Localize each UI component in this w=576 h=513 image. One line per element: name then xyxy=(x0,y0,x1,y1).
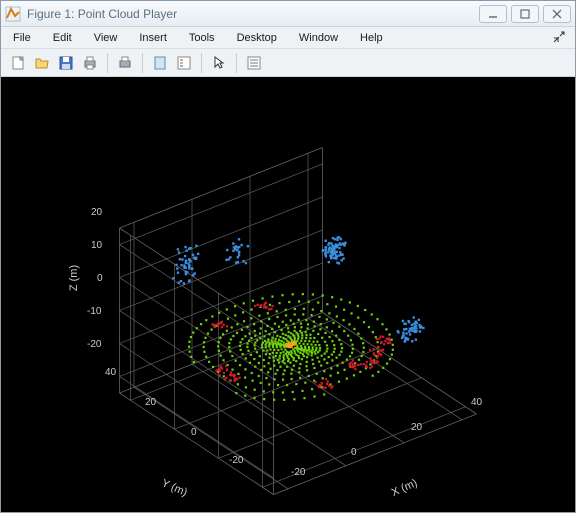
minimize-button[interactable] xyxy=(479,5,507,23)
maximize-button[interactable] xyxy=(511,5,539,23)
y-tick: 0 xyxy=(191,427,197,438)
z-axis-label: Z (m) xyxy=(68,265,80,291)
x-tick: -20 xyxy=(291,467,305,478)
print-figure-icon[interactable] xyxy=(79,52,101,74)
toolbar-separator xyxy=(236,53,237,73)
menu-insert[interactable]: Insert xyxy=(135,30,171,46)
titlebar: Figure 1: Point Cloud Player xyxy=(1,1,575,27)
menu-file[interactable]: File xyxy=(9,30,35,46)
menu-view[interactable]: View xyxy=(90,30,122,46)
toolbar xyxy=(1,49,575,77)
menu-edit[interactable]: Edit xyxy=(49,30,76,46)
z-tick: -10 xyxy=(87,306,101,317)
z-tick: 10 xyxy=(91,240,102,251)
toolbar-separator xyxy=(107,53,108,73)
matlab-figure-icon xyxy=(5,6,21,22)
data-cursor-icon[interactable] xyxy=(149,52,171,74)
x-tick: 0 xyxy=(351,447,357,458)
toolbar-separator xyxy=(201,53,202,73)
figure-window: Figure 1: Point Cloud Player File Edit V… xyxy=(0,0,576,513)
z-tick: -20 xyxy=(87,339,101,350)
legend-icon[interactable] xyxy=(173,52,195,74)
insert-icon[interactable] xyxy=(243,52,265,74)
x-tick: 40 xyxy=(471,397,482,408)
y-tick: -20 xyxy=(229,455,243,466)
save-figure-icon[interactable] xyxy=(55,52,77,74)
menu-tools[interactable]: Tools xyxy=(185,30,219,46)
y-tick: 20 xyxy=(145,397,156,408)
window-buttons xyxy=(479,5,571,23)
copy-figure-icon[interactable] xyxy=(114,52,136,74)
close-button[interactable] xyxy=(543,5,571,23)
menu-window[interactable]: Window xyxy=(295,30,342,46)
z-tick: 20 xyxy=(91,207,102,218)
menu-help[interactable]: Help xyxy=(356,30,387,46)
z-tick: 0 xyxy=(97,273,103,284)
menu-desktop[interactable]: Desktop xyxy=(233,30,281,46)
toolbar-separator xyxy=(142,53,143,73)
open-file-icon[interactable] xyxy=(31,52,53,74)
cursor-icon[interactable] xyxy=(208,52,230,74)
dock-icon[interactable] xyxy=(553,31,567,45)
y-tick: 40 xyxy=(105,367,116,378)
window-title: Figure 1: Point Cloud Player xyxy=(27,7,479,21)
point-cloud-plot xyxy=(1,77,575,512)
menubar: File Edit View Insert Tools Desktop Wind… xyxy=(1,27,575,49)
new-figure-icon[interactable] xyxy=(7,52,29,74)
point-cloud-axes[interactable]: Z (m) Y (m) X (m) 20 10 0 -10 -20 40 20 … xyxy=(1,77,575,512)
x-tick: 20 xyxy=(411,422,422,433)
